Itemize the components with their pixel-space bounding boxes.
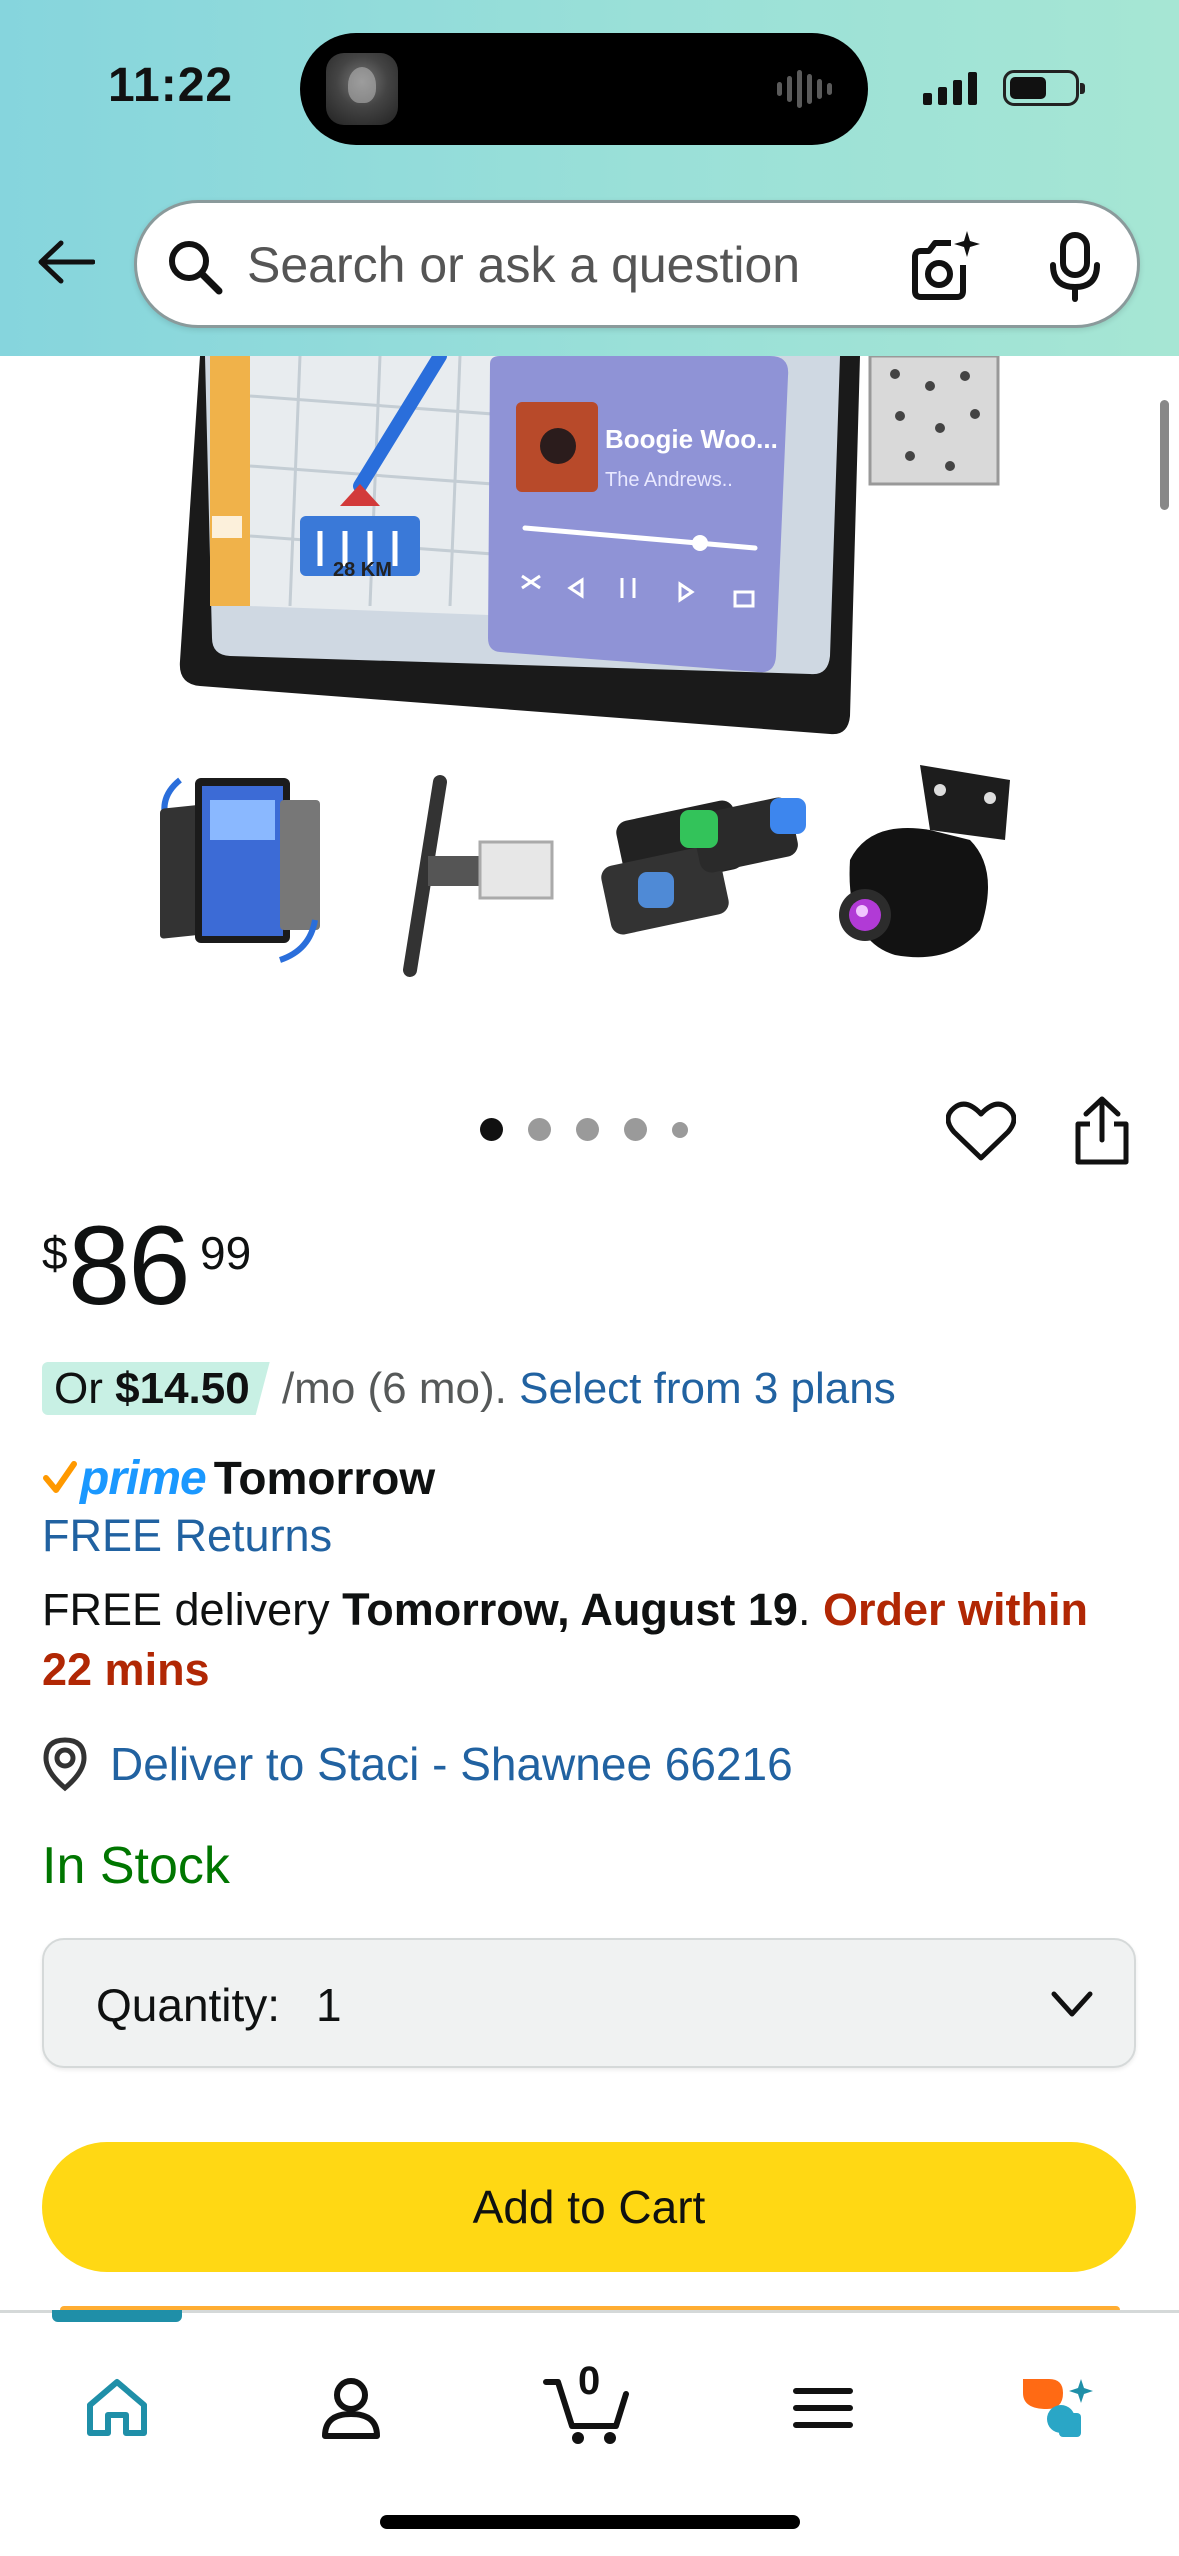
- delivery-prefix: FREE delivery: [42, 1584, 330, 1635]
- free-returns-link[interactable]: FREE Returns: [42, 1510, 332, 1562]
- price-fraction: 99: [200, 1227, 252, 1279]
- quantity-selector[interactable]: Quantity: 1: [42, 1938, 1136, 2068]
- back-arrow-icon: [38, 240, 95, 284]
- price-whole: 86: [68, 1203, 191, 1328]
- cellular-signal-icon: [923, 71, 977, 105]
- camera-lens-icon[interactable]: [907, 229, 983, 305]
- installment-term: /mo (6 mo).: [281, 1364, 507, 1413]
- now-playing-artwork: [326, 53, 398, 125]
- map-distance: 28 KM: [333, 559, 392, 581]
- quantity-label: Quantity:: [96, 1979, 281, 2031]
- search-icon[interactable]: [163, 235, 227, 299]
- prime-logo: prime: [80, 1451, 207, 1505]
- share-icon[interactable]: [1070, 1096, 1134, 1166]
- account-icon: [322, 2378, 380, 2439]
- prime-day: Tomorrow: [213, 1452, 436, 1504]
- installment-plans-link[interactable]: Select from 3 plans: [519, 1364, 896, 1413]
- nav-menu[interactable]: [768, 2353, 878, 2463]
- app-header: 11:22: [0, 0, 1179, 356]
- image-pager[interactable]: [480, 1118, 688, 1141]
- prime-check-icon: [43, 1461, 77, 1493]
- chevron-down-icon: [1051, 1991, 1093, 2017]
- deliver-to-text[interactable]: Deliver to Staci - Shawnee 66216: [110, 1737, 793, 1791]
- nav-home[interactable]: [62, 2353, 172, 2463]
- scroll-indicator[interactable]: [1160, 400, 1169, 510]
- audio-waveform-icon: [777, 69, 832, 109]
- back-button[interactable]: [34, 230, 98, 294]
- delivery-info: FREE delivery Tomorrow, August 19. Order…: [42, 1580, 1142, 1700]
- nav-account[interactable]: [296, 2353, 406, 2463]
- location-pin-icon: [43, 1737, 87, 1792]
- pager-dot-3[interactable]: [576, 1118, 599, 1141]
- installment-offer: Or $14.50 /mo (6 mo). Select from 3 plan…: [42, 1364, 896, 1414]
- status-icons: [923, 70, 1085, 106]
- pager-dot-4[interactable]: [624, 1118, 647, 1141]
- microphone-icon[interactable]: [1041, 231, 1109, 303]
- prime-delivery: prime Tomorrow: [42, 1450, 435, 1506]
- installment-pill: Or $14.50: [42, 1362, 270, 1415]
- nav-active-indicator: [52, 2310, 182, 2322]
- search-input[interactable]: [247, 227, 887, 303]
- home-icon: [87, 2379, 147, 2436]
- pager-dot-2[interactable]: [528, 1118, 551, 1141]
- stock-status: In Stock: [42, 1837, 230, 1895]
- product-feature-thumbnails[interactable]: [150, 760, 1030, 1000]
- installment-prefix: Or: [54, 1364, 103, 1413]
- rufus-ai-icon: [1023, 2379, 1093, 2437]
- product-main-image[interactable]: 28 KM Boogie Woo... The Andrews..: [0, 356, 1179, 756]
- quantity-value: 1: [316, 1979, 342, 2031]
- pager-dot-1[interactable]: [480, 1118, 503, 1141]
- delivery-date: Tomorrow, August 19: [342, 1584, 798, 1635]
- installment-amount: $14.50: [115, 1364, 250, 1413]
- add-to-cart-button[interactable]: Add to Cart: [42, 2142, 1136, 2272]
- battery-icon: [1003, 70, 1085, 106]
- price-symbol: $: [42, 1227, 68, 1279]
- home-indicator[interactable]: [380, 2515, 800, 2529]
- dynamic-island[interactable]: [300, 33, 868, 145]
- pager-dot-5[interactable]: [672, 1121, 688, 1138]
- menu-icon: [793, 2388, 853, 2428]
- status-time: 11:22: [108, 59, 234, 112]
- nav-cart[interactable]: 0: [532, 2353, 642, 2463]
- nav-rufus[interactable]: [1002, 2353, 1112, 2463]
- feature-thumbnails-image: [160, 765, 1010, 977]
- cart-count: 0: [578, 2359, 601, 2403]
- delivery-separator: .: [797, 1584, 811, 1635]
- car-stereo-image: 28 KM Boogie Woo... The Andrews..: [179, 356, 1000, 735]
- song-artist: The Andrews..: [605, 469, 733, 491]
- deliver-to-location[interactable]: Deliver to Staci - Shawnee 66216: [42, 1736, 793, 1792]
- song-title: Boogie Woo...: [605, 424, 778, 454]
- search-bar[interactable]: [134, 200, 1140, 328]
- heart-icon[interactable]: [946, 1100, 1016, 1164]
